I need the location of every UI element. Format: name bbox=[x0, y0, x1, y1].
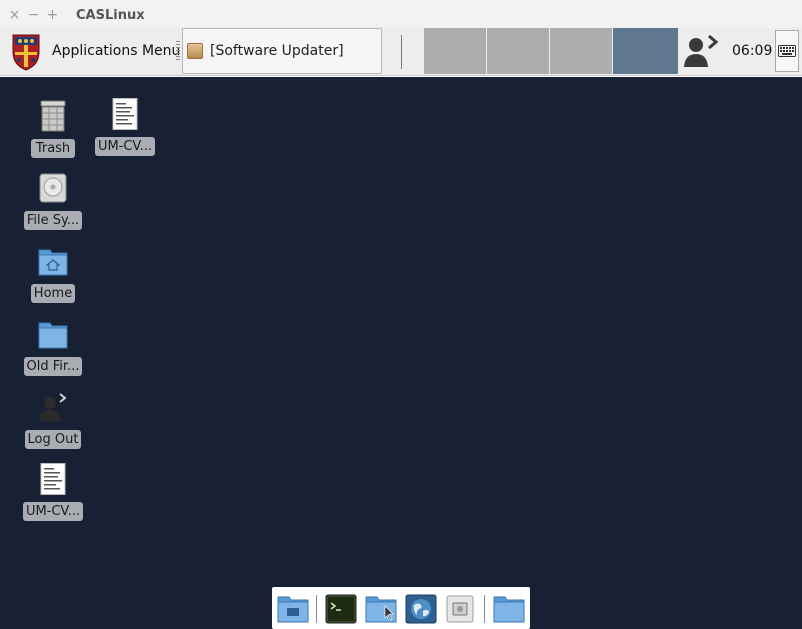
desktop-icon-um-cv-1[interactable]: UM-CV... bbox=[93, 98, 157, 168]
file-manager-icon[interactable] bbox=[365, 594, 397, 624]
app-finder-icon[interactable] bbox=[444, 594, 476, 624]
keyboard-icon[interactable] bbox=[775, 30, 799, 72]
home-folder-icon bbox=[38, 245, 68, 277]
desktop-icon-trash[interactable]: Trash bbox=[21, 100, 85, 170]
dock bbox=[272, 587, 530, 629]
document-icon bbox=[38, 463, 68, 495]
web-browser-icon[interactable] bbox=[405, 594, 437, 624]
applications-menu-button[interactable]: Applications Menu bbox=[52, 43, 180, 59]
panel-grip-handle[interactable] bbox=[176, 41, 180, 61]
workspace-1[interactable] bbox=[424, 28, 486, 74]
package-icon bbox=[187, 43, 203, 59]
clock[interactable]: 06:09 bbox=[732, 43, 772, 59]
workspace-2[interactable] bbox=[487, 28, 549, 74]
folder-icon bbox=[38, 318, 68, 350]
dock-separator bbox=[484, 595, 485, 623]
task-button-software-updater[interactable]: [Software Updater] bbox=[182, 28, 382, 74]
trash-icon bbox=[38, 100, 68, 132]
workspace-3[interactable] bbox=[550, 28, 612, 74]
desktop-icon-file-system[interactable]: File Sy... bbox=[21, 172, 85, 242]
desktop-icon-label: Trash bbox=[31, 139, 75, 158]
window-titlebar: × − + CASLinux bbox=[0, 0, 802, 30]
crest-icon[interactable] bbox=[10, 32, 42, 72]
desktop-icon-log-out[interactable]: Log Out bbox=[21, 391, 85, 461]
desktop-icon-label: UM-CV... bbox=[22, 502, 84, 521]
drive-icon bbox=[38, 172, 68, 204]
show-desktop-icon[interactable] bbox=[277, 594, 309, 624]
desktop-icon-label: Log Out bbox=[24, 430, 82, 449]
panel-separator bbox=[401, 35, 402, 69]
desktop-icon-label: Home bbox=[30, 284, 76, 303]
folder-icon[interactable] bbox=[493, 594, 525, 624]
close-icon[interactable]: × bbox=[5, 7, 24, 23]
top-panel: Applications Menu [Software Updater] 06:… bbox=[0, 27, 802, 76]
desktop-icon-label: File Sy... bbox=[23, 211, 83, 230]
terminal-icon[interactable] bbox=[325, 594, 357, 624]
desktop-icon-old-firefox[interactable]: Old Fir... bbox=[21, 318, 85, 388]
desktop-icon-label: UM-CV... bbox=[94, 137, 156, 156]
dock-separator bbox=[316, 595, 317, 623]
document-icon bbox=[110, 98, 140, 130]
minimize-icon[interactable]: − bbox=[24, 7, 43, 23]
desktop[interactable]: Trash UM-CV... File Sy... Home Old Fir..… bbox=[0, 77, 802, 629]
window-title: CASLinux bbox=[76, 7, 145, 23]
desktop-icon-home[interactable]: Home bbox=[21, 245, 85, 315]
task-button-label: [Software Updater] bbox=[210, 43, 344, 59]
workspace-4[interactable] bbox=[613, 28, 678, 74]
logout-icon bbox=[38, 391, 68, 423]
desktop-icon-label: Old Fir... bbox=[23, 357, 83, 376]
maximize-icon[interactable]: + bbox=[43, 7, 62, 23]
desktop-icon-um-cv-2[interactable]: UM-CV... bbox=[21, 463, 85, 533]
user-switch-icon[interactable] bbox=[682, 33, 722, 67]
